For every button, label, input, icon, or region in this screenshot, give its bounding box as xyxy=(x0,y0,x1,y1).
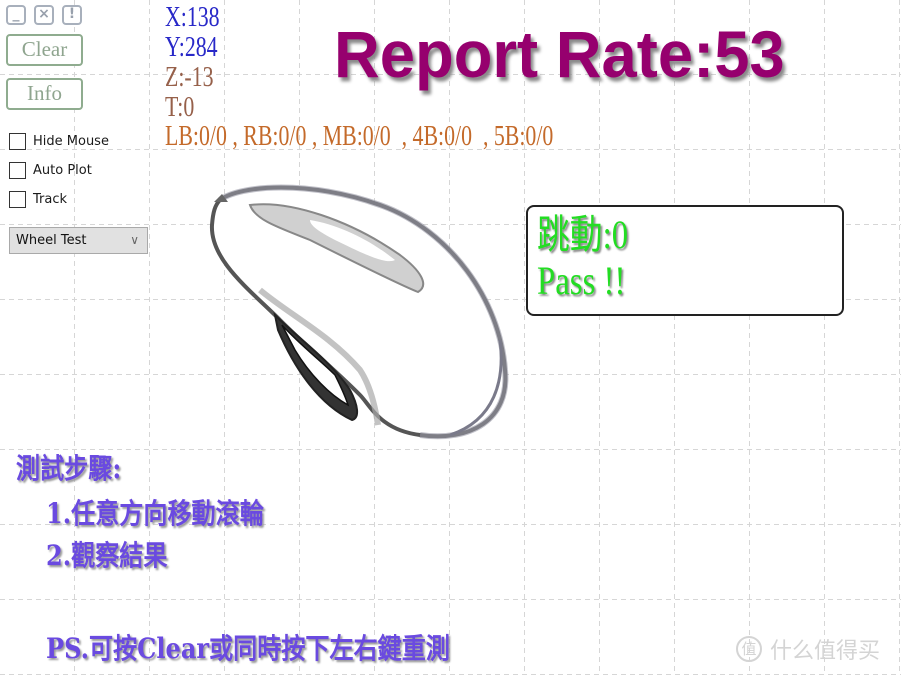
hide-mouse-option[interactable]: Hide Mouse xyxy=(9,131,109,151)
jitter-count: 跳動:0 xyxy=(537,212,629,257)
chevron-down-icon: ∨ xyxy=(130,233,139,247)
alert-icon: ! xyxy=(68,6,76,22)
hide-mouse-label: Hide Mouse xyxy=(33,133,109,149)
instruction-step-2: 2.觀察結果 xyxy=(46,539,168,572)
track-checkbox[interactable] xyxy=(9,190,26,208)
z-readout: Z:-13 xyxy=(165,62,214,93)
t-readout: T:0 xyxy=(165,92,195,123)
watermark: 值 什么值得买 xyxy=(736,633,880,665)
watermark-text: 什么值得买 xyxy=(770,639,881,664)
close-icon: × xyxy=(38,6,50,22)
y-readout: Y:284 xyxy=(165,32,218,63)
close-button[interactable]: × xyxy=(34,5,54,25)
hide-mouse-checkbox[interactable] xyxy=(9,132,26,150)
alert-button[interactable]: ! xyxy=(62,5,82,25)
watermark-logo-icon: 值 xyxy=(736,636,762,662)
button-counters: LB:0/0 , RB:0/0 , MB:0/0 , 4B:0/0 , 5B:0… xyxy=(165,121,554,152)
track-option[interactable]: Track xyxy=(9,189,67,209)
auto-plot-label: Auto Plot xyxy=(33,162,92,178)
mouse-icon xyxy=(209,184,509,440)
minimize-button[interactable]: _ xyxy=(6,5,26,25)
track-label: Track xyxy=(33,191,68,207)
instruction-note: PS.可按Clear或同時按下左右鍵重測 xyxy=(46,632,450,665)
pass-status: Pass !! xyxy=(537,258,626,303)
mouse-illustration xyxy=(209,184,509,440)
auto-plot-checkbox[interactable] xyxy=(9,161,26,179)
mode-select-value: Wheel Test xyxy=(16,233,87,248)
auto-plot-option[interactable]: Auto Plot xyxy=(9,160,92,180)
minimize-icon: _ xyxy=(12,6,20,22)
x-readout: X:138 xyxy=(165,2,220,33)
instruction-step-1: 1.任意方向移動滾輪 xyxy=(46,497,264,530)
mode-select[interactable]: Wheel Test ∨ xyxy=(9,227,148,254)
instructions-title: 測試步驟: xyxy=(16,452,122,485)
result-panel: 跳動:0 Pass !! xyxy=(526,205,844,316)
clear-button[interactable]: Clear xyxy=(6,34,83,66)
report-rate: Report Rate:53 xyxy=(334,17,785,91)
info-button[interactable]: Info xyxy=(6,78,83,110)
